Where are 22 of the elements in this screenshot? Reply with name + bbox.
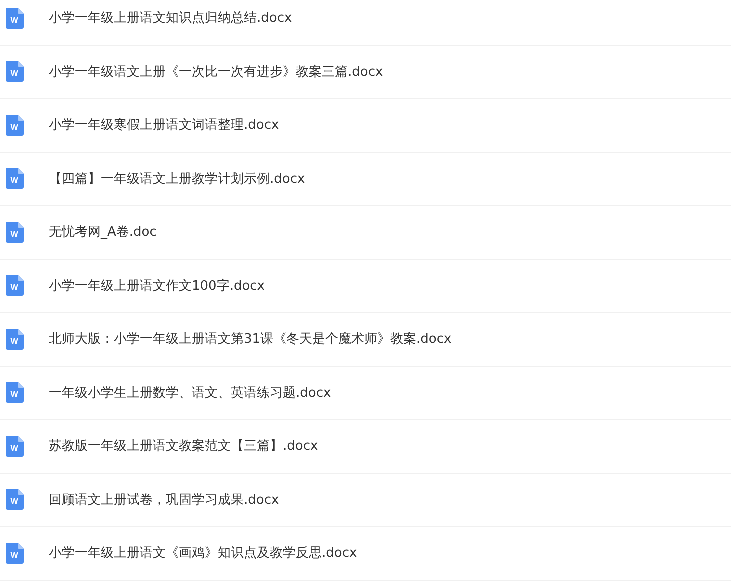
- file-name-link[interactable]: 小学一年级上册语文作文100字.docx: [49, 276, 265, 295]
- word-document-icon: W: [6, 222, 24, 243]
- file-name-link[interactable]: 小学一年级语文上册《一次比一次有进步》教案三篇.docx: [49, 62, 384, 81]
- word-document-icon: W: [6, 436, 24, 457]
- word-document-icon: W: [6, 382, 24, 404]
- word-document-icon: W: [6, 542, 24, 564]
- file-name-link[interactable]: 无忧考网_A卷.doc: [49, 223, 157, 242]
- file-name-link[interactable]: 小学一年级上册语文知识点归纳总结.docx: [49, 9, 292, 28]
- word-document-icon: W: [6, 489, 24, 510]
- word-document-icon: W: [6, 328, 24, 350]
- word-document-icon: W: [6, 168, 24, 190]
- file-name-link[interactable]: 【四篇】一年级语文上册教学计划示例.docx: [49, 170, 306, 188]
- word-document-icon: W: [6, 114, 24, 136]
- file-name-link[interactable]: 小学一年级上册语文《画鸡》知识点及教学反思.docx: [49, 544, 358, 562]
- word-document-icon: W: [6, 275, 24, 296]
- word-document-icon: W: [6, 61, 24, 82]
- file-name-link[interactable]: 小学一年级寒假上册语文词语整理.docx: [49, 116, 280, 134]
- file-name-link[interactable]: 北师大版：小学一年级上册语文第31课《冬天是个魔术师》教案.docx: [49, 330, 452, 348]
- file-name-link[interactable]: 一年级小学生上册数学、语文、英语练习题.docx: [49, 384, 332, 402]
- file-name-link[interactable]: 苏教版一年级上册语文教案范文【三篇】.docx: [49, 437, 318, 456]
- file-name-link[interactable]: 回顾语文上册试卷，巩固学习成果.docx: [49, 490, 280, 509]
- word-document-icon: W: [6, 8, 24, 29]
